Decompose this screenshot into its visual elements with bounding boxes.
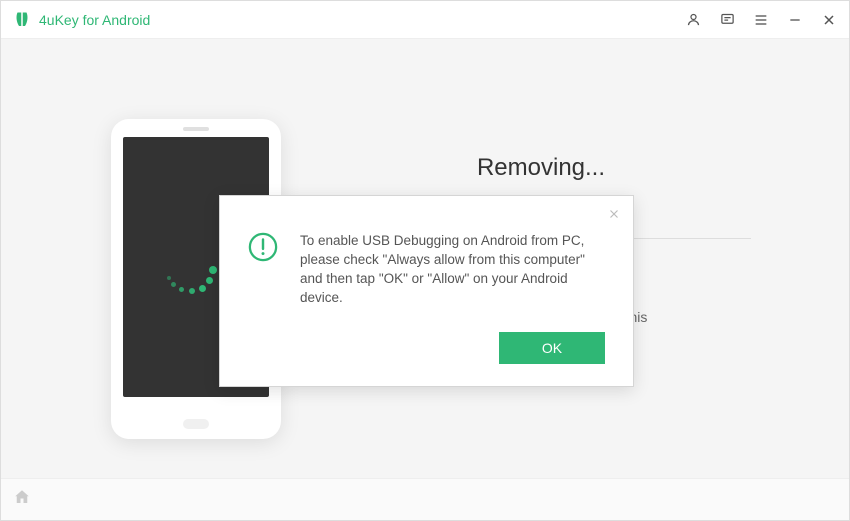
app-title: 4uKey for Android	[39, 12, 150, 28]
close-icon[interactable]	[821, 12, 837, 28]
titlebar-right	[685, 12, 837, 28]
account-icon[interactable]	[685, 12, 701, 28]
app-window: 4uKey for Android	[0, 0, 850, 521]
dialog-body: To enable USB Debugging on Android from …	[220, 196, 633, 328]
home-icon[interactable]	[13, 488, 31, 511]
alert-icon	[248, 232, 278, 262]
titlebar-left: 4uKey for Android	[13, 11, 150, 29]
app-logo-icon	[13, 11, 31, 29]
feedback-icon[interactable]	[719, 12, 735, 28]
titlebar: 4uKey for Android	[1, 1, 849, 39]
content-area: Removing... ice during this To	[1, 39, 849, 478]
dialog-message: To enable USB Debugging on Android from …	[300, 232, 605, 308]
dialog-close-button[interactable]	[603, 202, 625, 228]
usb-debugging-dialog: To enable USB Debugging on Android from …	[219, 195, 634, 387]
minimize-icon[interactable]	[787, 12, 803, 28]
ok-button[interactable]: OK	[499, 332, 605, 364]
status-title: Removing...	[331, 154, 751, 182]
loading-spinner-icon	[165, 242, 215, 292]
dialog-footer: OK	[220, 328, 633, 386]
menu-icon[interactable]	[753, 12, 769, 28]
footer-bar	[1, 478, 849, 520]
